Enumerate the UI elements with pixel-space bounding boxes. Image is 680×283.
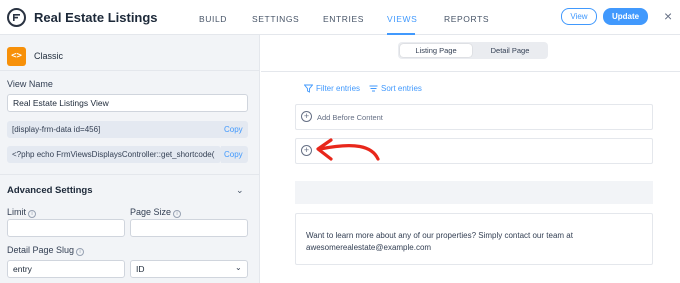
page-toggle: Listing Page Detail Page bbox=[398, 42, 548, 59]
before-content-box[interactable]: + Add Before Content bbox=[295, 104, 653, 130]
page-size-input[interactable] bbox=[130, 219, 248, 237]
advanced-settings-title[interactable]: Advanced Settings bbox=[7, 185, 93, 196]
copy-shortcode-button[interactable]: Copy bbox=[224, 125, 243, 134]
code-brackets-icon: <> bbox=[7, 46, 26, 66]
plus-circle-icon[interactable]: + bbox=[301, 145, 312, 156]
filter-icon bbox=[304, 84, 313, 93]
limit-label-text: Limit bbox=[7, 207, 27, 217]
chevron-down-icon: ⌄ bbox=[235, 263, 242, 272]
plus-circle-icon[interactable]: + bbox=[301, 111, 312, 122]
app-title: Real Estate Listings bbox=[34, 10, 158, 25]
shortcode-field[interactable]: [display-frm-data id=456] bbox=[7, 121, 248, 138]
nav-settings[interactable]: SETTINGS bbox=[252, 14, 299, 24]
nav-views[interactable]: VIEWS bbox=[387, 14, 417, 24]
php-shortcode-text: <?php echo FrmViewsDisplaysController::g… bbox=[12, 150, 215, 159]
content-divider-band bbox=[295, 181, 653, 204]
before-content-label: Add Before Content bbox=[317, 113, 383, 122]
filter-entries-link[interactable]: Filter entries bbox=[304, 84, 360, 93]
info-icon: i bbox=[173, 210, 182, 218]
sort-entries-label: Sort entries bbox=[381, 84, 422, 93]
update-button[interactable]: Update bbox=[603, 8, 648, 25]
top-bar: Real Estate Listings BUILD SETTINGS ENTR… bbox=[0, 0, 680, 35]
tab-listing-page[interactable]: Listing Page bbox=[400, 44, 472, 57]
view-button[interactable]: View bbox=[561, 8, 597, 25]
content-box[interactable]: + bbox=[295, 138, 653, 164]
limit-input[interactable] bbox=[7, 219, 125, 237]
slug-input[interactable]: entry bbox=[7, 260, 125, 278]
filter-entries-label: Filter entries bbox=[316, 84, 361, 93]
shortcode-text: [display-frm-data id=456] bbox=[12, 125, 101, 134]
close-icon[interactable]: × bbox=[664, 9, 672, 23]
slug-label-text: Detail Page Slug bbox=[7, 245, 75, 255]
slug-type-value: ID bbox=[136, 264, 145, 274]
formidable-logo-icon[interactable] bbox=[7, 8, 26, 27]
view-name-input[interactable]: Real Estate Listings View bbox=[7, 94, 248, 112]
chevron-down-icon[interactable]: ⌄ bbox=[236, 185, 244, 196]
slug-label: Detail Page Slug i bbox=[7, 245, 85, 256]
info-icon: i bbox=[28, 210, 37, 218]
after-content-box[interactable]: Want to learn more about any of our prop… bbox=[295, 213, 653, 265]
limit-label: Limit i bbox=[7, 207, 37, 218]
sort-icon bbox=[369, 85, 378, 92]
tab-detail-page[interactable]: Detail Page bbox=[474, 44, 546, 57]
page-size-label: Page Size i bbox=[130, 207, 182, 218]
divider bbox=[0, 174, 259, 175]
settings-sidebar: <> Classic View Name Real Estate Listing… bbox=[0, 35, 260, 283]
nav-reports[interactable]: REPORTS bbox=[444, 14, 489, 24]
page-size-label-text: Page Size bbox=[130, 207, 172, 217]
sort-entries-link[interactable]: Sort entries bbox=[369, 84, 422, 93]
php-shortcode-field[interactable]: <?php echo FrmViewsDisplaysController::g… bbox=[7, 146, 221, 163]
view-name-label: View Name bbox=[7, 79, 53, 89]
divider bbox=[0, 70, 259, 71]
info-icon: i bbox=[76, 248, 85, 256]
view-type-label: Classic bbox=[34, 51, 64, 61]
view-type-row[interactable]: <> Classic bbox=[7, 46, 63, 66]
after-content-text: Want to learn more about any of our prop… bbox=[306, 231, 573, 252]
copy-php-button[interactable]: Copy bbox=[224, 150, 243, 159]
divider bbox=[261, 71, 680, 72]
slug-type-select[interactable]: ID bbox=[130, 260, 248, 278]
nav-entries[interactable]: ENTRIES bbox=[323, 14, 364, 24]
nav-build[interactable]: BUILD bbox=[199, 14, 227, 24]
view-builder: Listing Page Detail Page Filter entries … bbox=[261, 35, 680, 283]
